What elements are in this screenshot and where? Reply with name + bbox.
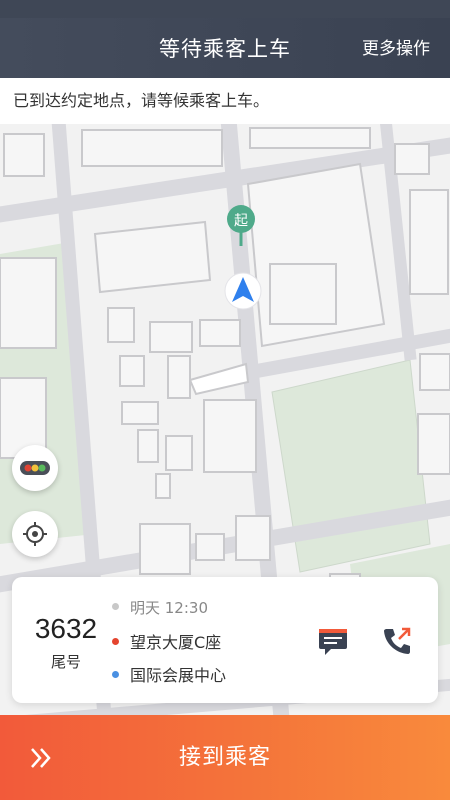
order-card: 3632 尾号 明天 12:30 望京大厦C座 国际会展中心 [12,577,438,703]
phone-icon [384,627,411,654]
destination-row: 国际会展中心 [112,662,226,686]
origin-row: 望京大厦C座 [112,629,221,653]
top-bar: 等待乘客上车 更多操作 [0,18,450,78]
message-button[interactable] [316,624,350,658]
locate-me-button[interactable] [12,511,58,557]
tail-number: 3632 [34,613,98,644]
arrival-notice: 已到达约定地点，请等候乘客上车。 [0,78,450,124]
navigation-arrow-icon [224,272,262,310]
traffic-toggle-button[interactable] [12,445,58,491]
start-pin-label: 起 [234,213,248,229]
clock-icon [112,603,119,610]
more-actions-button[interactable]: 更多操作 [362,18,430,78]
pickup-time: 明天 12:30 [130,599,208,617]
origin-address: 望京大厦C座 [130,633,222,652]
call-button[interactable] [380,624,414,658]
tail-number-label: 尾号 [50,653,81,671]
origin-dot-icon [112,638,119,645]
pickup-time-row: 明天 12:30 [112,597,208,618]
message-icon [319,629,347,655]
destination-dot-icon [112,671,119,678]
traffic-light-icon [20,461,50,475]
pickup-label: 接到乘客 [178,745,271,770]
status-bar [0,0,450,18]
passenger-picked-up-button[interactable]: 接到乘客 [0,715,450,800]
destination-address: 国际会展中心 [130,666,227,685]
locate-icon [23,522,47,546]
